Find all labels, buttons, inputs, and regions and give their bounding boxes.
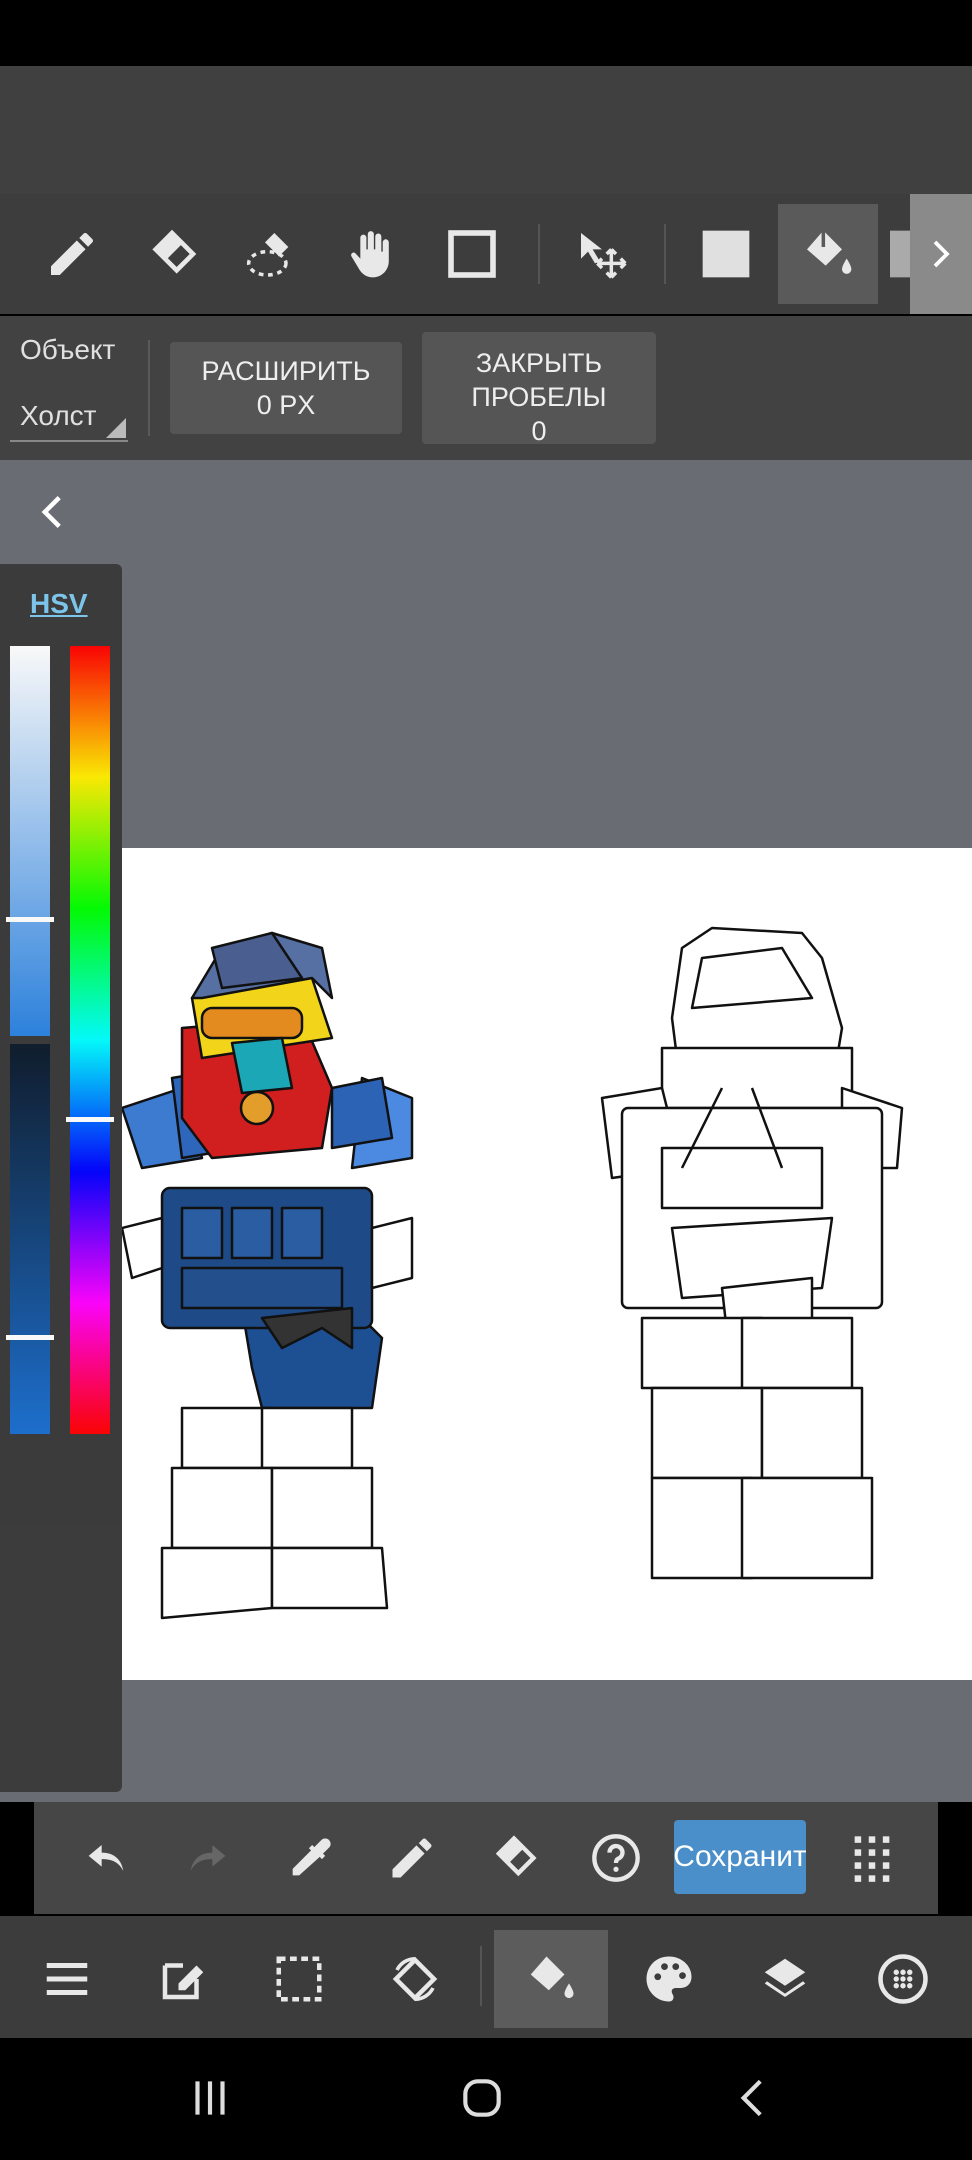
close-gaps-value: 0 [531,416,547,444]
materials-icon [878,1954,928,2004]
pen-shortcut-button[interactable] [382,1828,442,1888]
help-button[interactable] [586,1828,646,1888]
target-select-value: Холст [20,400,97,431]
undo-icon [88,1845,124,1871]
outline-figure [600,926,904,1580]
hand-icon [351,231,389,278]
next-tool-peek[interactable] [890,204,910,304]
system-nav-bar [0,2038,972,2160]
hue-slider-handle[interactable] [66,1117,114,1122]
edit-button[interactable] [126,1930,240,2028]
dropdown-corner-icon [106,418,126,438]
save-button[interactable]: Сохранит [674,1820,806,1894]
recent-apps-button[interactable] [180,2068,240,2128]
palette-button[interactable] [612,1930,726,2028]
fill-color-tool[interactable] [676,204,776,304]
saturation-slider-handle[interactable] [6,917,54,922]
redo-icon [190,1845,226,1871]
home-button[interactable] [452,2068,512,2128]
materials-button[interactable] [846,1930,960,2028]
eyedropper-icon [292,1838,331,1876]
brightness-slider-handle[interactable] [6,1335,54,1340]
tool-bar [0,194,972,314]
pen-icon [392,1838,432,1878]
eraser-icon [495,1835,537,1877]
rotate-icon [392,1956,438,2002]
colored-figure [120,931,414,1620]
quick-actions-bar: Сохранит [34,1802,938,1914]
recent-apps-icon [195,2081,225,2115]
selection-icon [276,1956,322,2002]
bucket-icon [807,230,852,274]
toolbar-scroll-right-button[interactable] [910,194,972,314]
hand-tool[interactable] [322,204,422,304]
lasso-eraser-tool[interactable] [222,204,322,304]
redo-button[interactable] [178,1828,238,1888]
home-icon [463,2079,501,2117]
bucket-icon [530,1956,574,1999]
close-gaps-label-2: ПРОБЕЛЫ [471,382,607,412]
collapse-panel-icon[interactable] [34,490,70,534]
bucket-tool[interactable] [778,204,878,304]
main-menu-bar [0,1916,972,2038]
brightness-slider[interactable] [6,1044,54,1434]
more-apps-button[interactable] [842,1828,902,1888]
back-button[interactable] [724,2068,784,2128]
select-rect-tool[interactable] [422,204,522,304]
eraser-icon [152,229,197,274]
palette-icon [646,1956,692,2002]
expand-button-value: 0 PX [256,390,316,420]
close-gaps-label-1: ЗАКРЫТЬ [475,348,603,378]
layers-icon [764,1958,806,1997]
edit-icon [162,1963,204,2000]
bucket-menu-button[interactable] [494,1930,608,2028]
artwork [120,926,904,1620]
drawing-canvas[interactable] [120,848,972,1680]
grid-icon [854,1836,890,1882]
rotate-canvas-button[interactable] [358,1930,472,2028]
hue-slider[interactable] [66,646,114,1434]
rectangle-icon [448,230,496,278]
toolbar-divider [538,224,540,284]
selection-button[interactable] [242,1930,356,2028]
target-select[interactable]: Холст [10,390,128,442]
help-icon [592,1834,640,1882]
options-divider [148,340,150,436]
saturation-slider[interactable] [6,646,54,1036]
pen-tool[interactable] [22,204,122,304]
color-panel: HSV [0,564,122,1792]
back-icon [740,2079,762,2117]
move-icon [581,233,627,279]
undo-button[interactable] [76,1828,136,1888]
eraser-tool[interactable] [122,204,222,304]
close-gaps-button[interactable]: ЗАКРЫТЬ ПРОБЕЛЫ 0 [422,332,656,444]
expand-button-label: РАСШИРИТЬ [201,356,371,386]
eyedropper-button[interactable] [280,1828,340,1888]
hsv-mode-tab[interactable]: HSV [30,588,88,620]
status-bar [0,0,972,66]
menu-button[interactable] [10,1930,124,2028]
move-tool[interactable] [552,204,652,304]
tool-options-bar: Объект Холст РАСШИРИТЬ 0 PX ЗАКРЫТЬ ПРОБ… [0,316,972,460]
hamburger-icon [46,1963,88,1995]
eraser-shortcut-button[interactable] [484,1828,544,1888]
lasso-eraser-icon [246,233,289,277]
app-top-bar [0,66,972,194]
pen-icon [51,232,94,275]
expand-button[interactable]: РАСШИРИТЬ 0 PX [170,342,402,434]
chevron-right-icon [933,240,950,268]
color-swatch-icon [702,230,750,278]
toolbar-divider [664,224,666,284]
layers-button[interactable] [728,1930,842,2028]
tool-peek-icon [890,230,910,278]
menu-divider [480,1946,482,2006]
object-label: Объект [20,334,116,365]
